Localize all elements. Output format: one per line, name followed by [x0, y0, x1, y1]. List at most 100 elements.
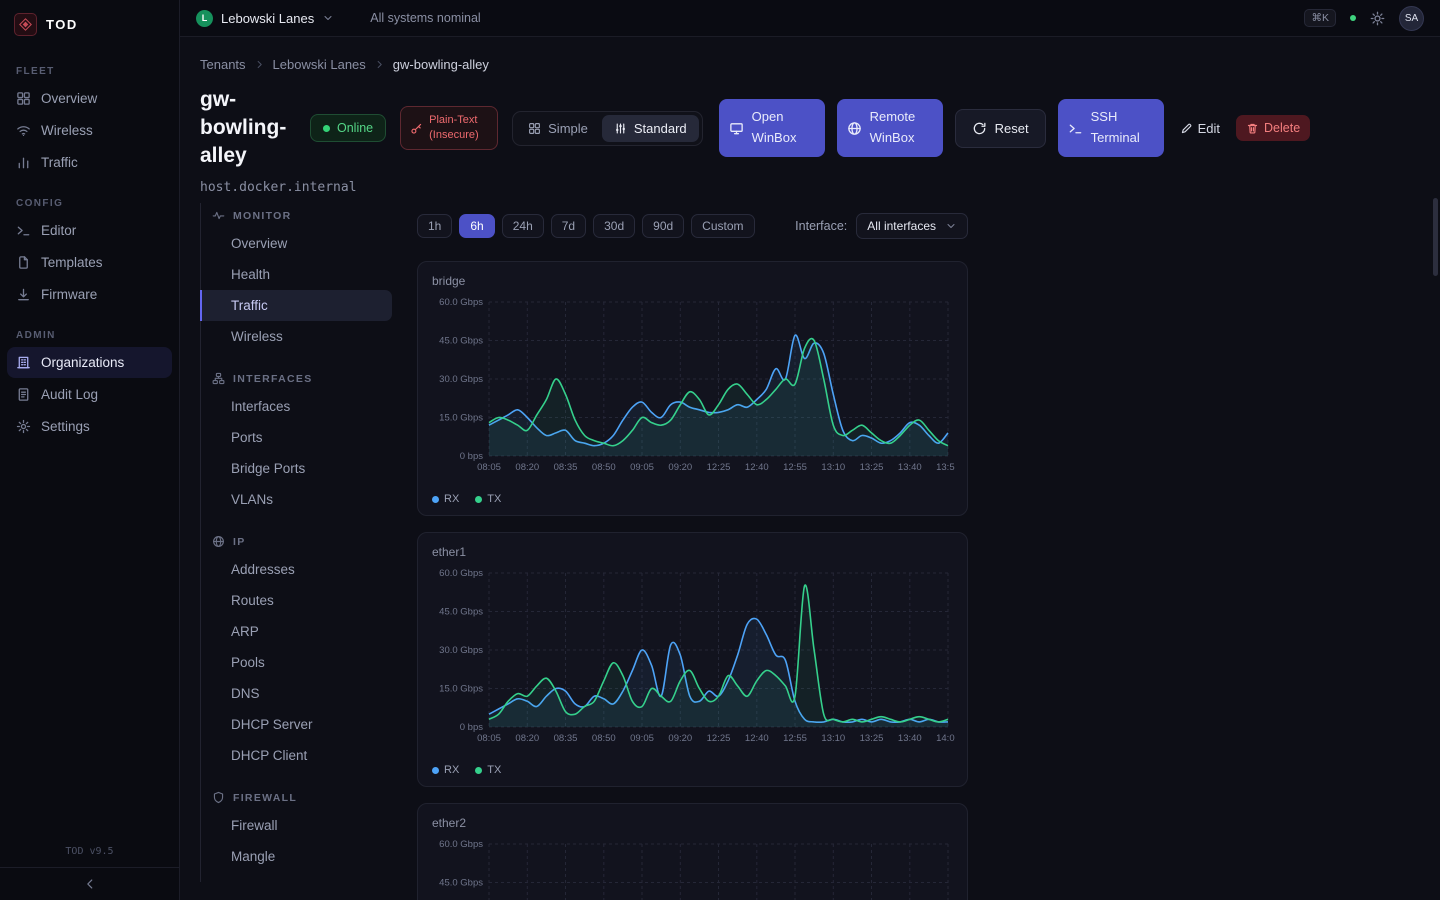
svg-text:0 bps: 0 bps [460, 451, 483, 462]
grid-icon [16, 91, 31, 106]
svg-text:15.0 Gbps: 15.0 Gbps [439, 684, 483, 695]
ssh-terminal-button[interactable]: SSH Terminal [1058, 99, 1164, 157]
file-icon [16, 255, 31, 270]
tenant-switcher[interactable]: L Lebowski Lanes [196, 10, 334, 27]
svg-text:08:35: 08:35 [554, 733, 578, 744]
device-nav-item-dhcp-client[interactable]: DHCP Client [201, 740, 392, 771]
button-label: Reset [995, 121, 1029, 136]
sliders-icon [614, 122, 627, 135]
sidebar-item-label: Organizations [41, 355, 124, 370]
app-logo[interactable]: TOD [0, 0, 179, 46]
command-palette-shortcut[interactable]: ⌘K [1304, 9, 1336, 27]
interface-select[interactable]: All interfaces [856, 213, 968, 239]
time-range-pills: 1h 6h 24h 7d 30d 90d Custom [417, 214, 755, 238]
svg-text:13:25: 13:25 [860, 733, 884, 744]
range-24h-button[interactable]: 24h [502, 214, 544, 238]
svg-text:12:40: 12:40 [745, 733, 769, 744]
device-nav-section-label: INTERFACES [233, 373, 313, 385]
device-nav: MONITOR OverviewHealthTrafficWireless INTE… [200, 203, 392, 882]
remote-winbox-button[interactable]: Remote WinBox [837, 99, 943, 157]
collapse-sidebar-button[interactable] [0, 867, 179, 900]
device-nav-item-health[interactable]: Health [201, 259, 392, 290]
range-7d-button[interactable]: 7d [551, 214, 586, 238]
device-actions: Open WinBoxRemote WinBox Reset SSH Termina… [719, 99, 1311, 157]
device-nav-item-addresses[interactable]: Addresses [201, 554, 392, 585]
view-mode-standard[interactable]: Standard [602, 115, 699, 142]
sidebar-item-templates[interactable]: Templates [7, 247, 172, 278]
sidebar-item-settings[interactable]: Settings [7, 411, 172, 442]
sidebar-item-overview[interactable]: Overview [7, 83, 172, 114]
svg-text:08:20: 08:20 [515, 733, 539, 744]
device-nav-section-label: FIREWALL [233, 792, 297, 804]
device-nav-section-label: IP [233, 536, 246, 548]
device-nav-item-arp[interactable]: ARP [201, 616, 392, 647]
sidebar-item-wireless[interactable]: Wireless [7, 115, 172, 146]
globe-icon [847, 121, 862, 136]
svg-text:13:40: 13:40 [898, 733, 922, 744]
traffic-card-bridge: bridge0 bps15.0 Gbps30.0 Gbps45.0 Gbps60… [417, 261, 968, 516]
breadcrumb-item-gw-bowling-alley: gw-bowling-alley [393, 57, 489, 72]
svg-text:30.0 Gbps: 30.0 Gbps [439, 645, 483, 656]
device-nav-item-vlans[interactable]: VLANs [201, 484, 392, 515]
device-nav-section-ip: IP [201, 535, 392, 548]
scrollbar-thumb[interactable] [1433, 198, 1438, 276]
interface-select-value: All interfaces [867, 219, 936, 233]
device-nav-item-interfaces[interactable]: Interfaces [201, 391, 392, 422]
range-30d-button[interactable]: 30d [593, 214, 635, 238]
open-winbox-button[interactable]: Open WinBox [719, 99, 825, 157]
svg-text:08:50: 08:50 [592, 733, 616, 744]
sidebar-item-audit-log[interactable]: Audit Log [7, 379, 172, 410]
key-icon [410, 122, 423, 135]
device-nav-section-firewall: FIREWALL [201, 791, 392, 804]
refresh-icon [972, 121, 987, 136]
svg-text:60.0 Gbps: 60.0 Gbps [439, 297, 483, 308]
gear-icon [16, 419, 31, 434]
sidebar-item-label: Templates [41, 255, 103, 270]
range-90d-button[interactable]: 90d [642, 214, 684, 238]
sidebar-item-label: Wireless [41, 123, 93, 138]
sidebar-item-organizations[interactable]: Organizations [7, 347, 172, 378]
edit-button[interactable]: Edit [1176, 115, 1224, 142]
svg-text:09:05: 09:05 [630, 462, 654, 473]
device-nav-item-dns[interactable]: DNS [201, 678, 392, 709]
sidebar-item-traffic[interactable]: Traffic [7, 147, 172, 178]
app-name: TOD [46, 17, 78, 32]
device-nav-item-bridge-ports[interactable]: Bridge Ports [201, 453, 392, 484]
device-nav-item-mangle[interactable]: Mangle [201, 841, 392, 872]
building-icon [16, 355, 31, 370]
traffic-card-ether1: ether10 bps15.0 Gbps30.0 Gbps45.0 Gbps60… [417, 532, 968, 787]
page-title: gw-bowling-alley [200, 86, 296, 170]
range-6h-button[interactable]: 6h [459, 214, 494, 238]
breadcrumb-item-tenants[interactable]: Tenants [200, 57, 246, 72]
device-nav-item-firewall[interactable]: Firewall [201, 810, 392, 841]
reset-button[interactable]: Reset [955, 109, 1046, 148]
device-nav-item-pools[interactable]: Pools [201, 647, 392, 678]
svg-text:13:55: 13:55 [936, 462, 955, 473]
svg-text:12:25: 12:25 [707, 733, 731, 744]
svg-text:09:20: 09:20 [668, 462, 692, 473]
theme-toggle-sun-icon[interactable] [1370, 11, 1385, 26]
device-nav-item-dhcp-server[interactable]: DHCP Server [201, 709, 392, 740]
view-mode-simple[interactable]: Simple [516, 115, 600, 142]
device-nav-item-wireless[interactable]: Wireless [201, 321, 392, 352]
device-nav-item-routes[interactable]: Routes [201, 585, 392, 616]
breadcrumb: Tenants Lebowski Lanes gw-bowling-alley [200, 57, 1420, 72]
device-nav-section-interfaces: INTERFACES [201, 372, 392, 385]
breadcrumb-item-lebowski-lanes[interactable]: Lebowski Lanes [273, 57, 366, 72]
device-nav-item-ports[interactable]: Ports [201, 422, 392, 453]
range-1h-button[interactable]: 1h [417, 214, 452, 238]
user-avatar[interactable]: SA [1399, 6, 1424, 31]
delete-button[interactable]: Delete [1236, 115, 1310, 141]
range-custom-button[interactable]: Custom [691, 214, 754, 238]
sidebar-item-editor[interactable]: Editor [7, 215, 172, 246]
button-label: SSH Terminal [1091, 107, 1149, 149]
legend-tx: TX [475, 764, 501, 776]
device-nav-item-traffic[interactable]: Traffic [201, 290, 392, 321]
device-nav-section-monitor: MONITOR [201, 209, 392, 222]
sidebar-item-firmware[interactable]: Firmware [7, 279, 172, 310]
device-nav-item-overview[interactable]: Overview [201, 228, 392, 259]
interface-filter: Interface: All interfaces [795, 213, 968, 239]
sidebar-item-label: Settings [41, 419, 90, 434]
globe-icon [212, 535, 225, 548]
download-icon [16, 287, 31, 302]
